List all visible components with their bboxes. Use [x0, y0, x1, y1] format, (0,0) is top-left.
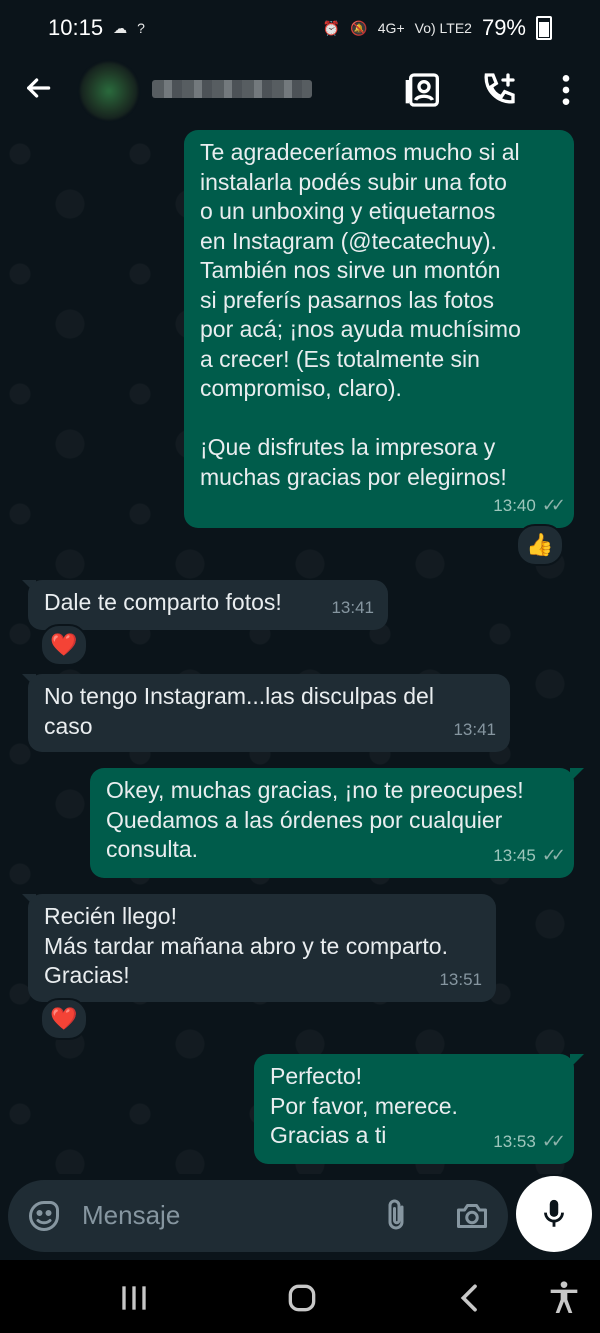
mic-icon — [544, 1199, 564, 1227]
battery-text: 79% — [481, 15, 526, 40]
camera-icon[interactable] — [454, 1198, 490, 1234]
message-time: 13:40 — [493, 495, 536, 515]
network-2: Vo) LTE2 — [414, 20, 472, 36]
message-time: 13:41 — [453, 719, 496, 739]
message-reaction[interactable]: ❤️ — [40, 624, 88, 666]
message-text: Okey, muchas gracias, ¡no te preocupes! … — [106, 777, 524, 862]
back-arrow-icon[interactable] — [22, 72, 54, 104]
double-check-icon: ✓✓ — [541, 1130, 566, 1151]
contact-name[interactable] — [152, 80, 312, 98]
system-navigation-bar — [0, 1260, 600, 1333]
message-composer[interactable]: Mensaje — [8, 1180, 508, 1252]
voice-record-button[interactable] — [516, 1176, 592, 1252]
chat-area[interactable]: Te agradeceríamos mucho si al instalarla… — [0, 124, 600, 1174]
battery-icon — [536, 16, 552, 40]
message-bubble[interactable]: Te agradeceríamos mucho si al instalarla… — [184, 130, 574, 528]
message-bubble[interactable]: Perfecto! Por favor, merece. Gracias a t… — [254, 1054, 574, 1164]
message-bubble[interactable]: Recién llego! Más tardar mañana abro y t… — [28, 894, 496, 1002]
attach-icon[interactable] — [378, 1198, 414, 1234]
contact-avatar[interactable] — [80, 62, 138, 120]
message-time: 13:41 — [331, 597, 374, 617]
message-bubble[interactable]: No tengo Instagram...las disculpas del c… — [28, 674, 510, 752]
message-text: No tengo Instagram...las disculpas del c… — [44, 683, 434, 739]
status-time: 10:15 — [48, 15, 104, 40]
accessibility-icon[interactable] — [544, 1278, 584, 1318]
sticker-icon[interactable] — [26, 1198, 62, 1234]
message-text: Dale te comparto fotos! — [44, 589, 282, 615]
more-vert-icon[interactable] — [546, 70, 586, 110]
network-1: 4G+ — [377, 20, 405, 36]
message-bubble[interactable]: Dale te comparto fotos! 13:41 — [28, 580, 388, 630]
back-icon[interactable] — [450, 1278, 490, 1318]
double-check-icon: ✓✓ — [541, 844, 566, 865]
message-bubble[interactable]: Okey, muchas gracias, ¡no te preocupes! … — [90, 768, 574, 878]
message-text: Recién llego! Más tardar mañana abro y t… — [44, 903, 448, 988]
message-time: 13:51 — [439, 969, 482, 989]
message-time: 13:53 — [493, 1131, 536, 1151]
status-bar: 10:15 ☁ ? ⏰ 🔕 4G+ Vo) LTE2 79% — [0, 0, 600, 56]
contact-card-icon[interactable] — [404, 70, 444, 110]
home-icon[interactable] — [282, 1278, 322, 1318]
recents-icon[interactable] — [114, 1278, 154, 1318]
cloud-icon: ☁ — [113, 19, 128, 36]
message-reaction[interactable]: ❤️ — [40, 998, 88, 1040]
add-call-icon[interactable] — [478, 70, 518, 110]
message-time: 13:45 — [493, 845, 536, 865]
chat-header — [0, 56, 600, 124]
double-check-icon: ✓✓ — [541, 494, 566, 515]
message-reaction[interactable]: 👍 — [516, 524, 564, 566]
alarm-icon: ⏰ — [322, 19, 341, 36]
signal-hint: ? — [137, 20, 145, 36]
message-text: Te agradeceríamos mucho si al instalarla… — [200, 139, 521, 490]
mute-icon: 🔕 — [350, 19, 368, 36]
message-input[interactable]: Mensaje — [82, 1200, 180, 1231]
